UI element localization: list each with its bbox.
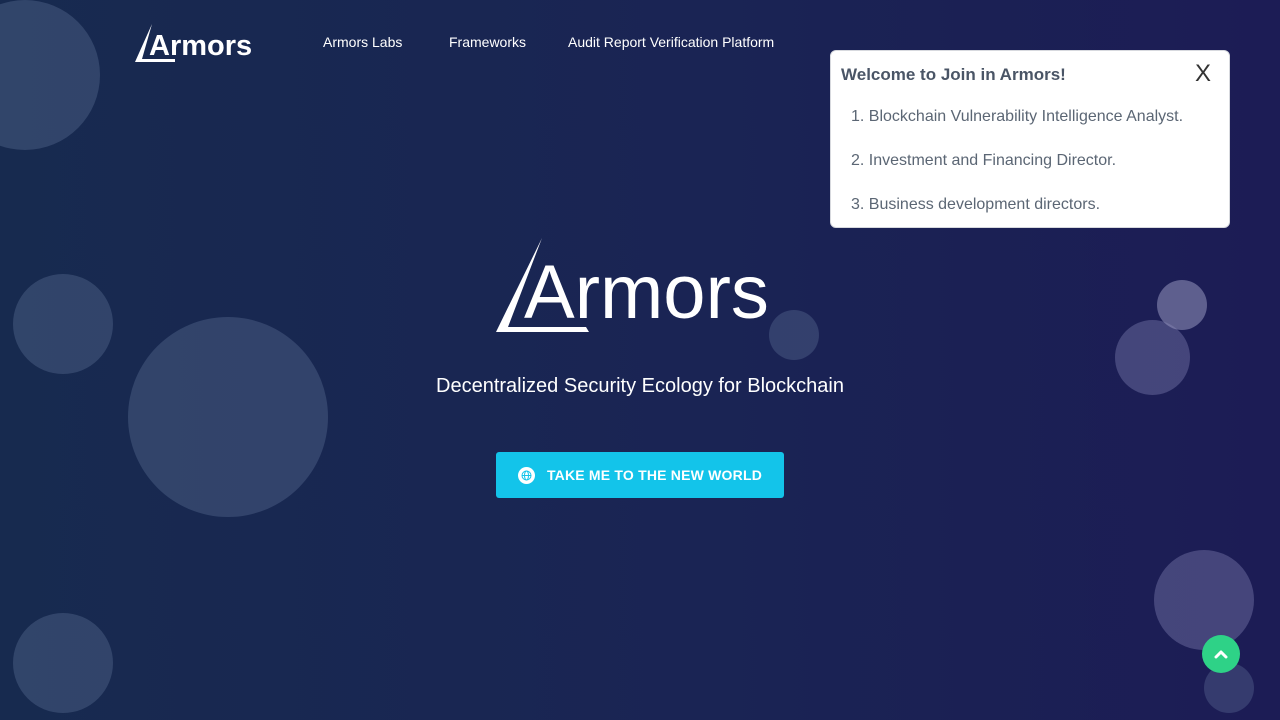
join-popup: Welcome to Join in Armors! X 1. Blockcha… [830, 50, 1230, 228]
popup-list-item: 2. Investment and Financing Director. [851, 152, 1117, 169]
hero-tagline: Decentralized Security Ecology for Block… [436, 375, 844, 397]
decor-bubble [128, 317, 328, 517]
nav-link-audit-report[interactable]: Audit Report Verification Platform [568, 34, 774, 50]
decor-bubble [1154, 550, 1254, 650]
decor-bubble [13, 613, 113, 713]
cta-label: TAKE ME TO THE NEW WORLD [546, 467, 763, 483]
scroll-to-top-button[interactable] [1202, 635, 1240, 673]
take-me-to-new-world-button[interactable]: TAKE ME TO THE NEW WORLD [496, 452, 784, 498]
chevron-up-icon [1214, 650, 1228, 659]
popup-list-item: 3. Business development directors. [851, 196, 1101, 213]
globe-icon [517, 466, 535, 484]
popup-title: Welcome to Join in Armors! [841, 65, 1066, 84]
popup-list: 1. Blockchain Vulnerability Intelligence… [851, 107, 1183, 239]
decor-bubble [1157, 280, 1207, 330]
decor-bubble [13, 274, 113, 374]
nav-link-frameworks[interactable]: Frameworks [449, 34, 526, 50]
nav-logo-text: Armors [149, 30, 252, 62]
nav-logo[interactable]: Armors [135, 24, 260, 64]
hero-logo-text: Armors [524, 250, 769, 335]
popup-list-item: 1. Blockchain Vulnerability Intelligence… [851, 108, 1184, 125]
decor-bubble [0, 0, 100, 150]
nav-link-armors-labs[interactable]: Armors Labs [323, 34, 402, 50]
hero-logo: Armors [494, 236, 789, 336]
close-icon[interactable]: X [1195, 61, 1211, 87]
